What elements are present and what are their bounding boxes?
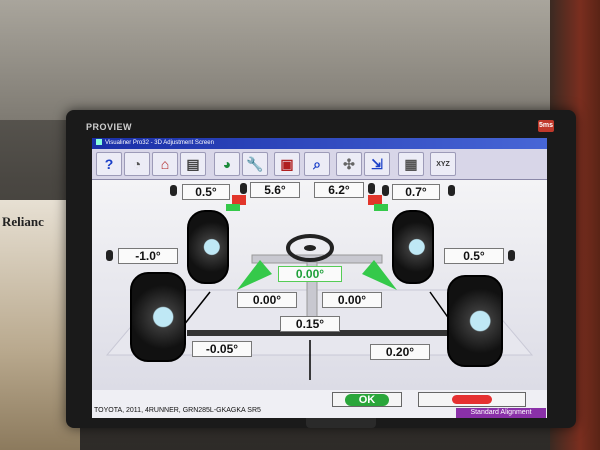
export-button[interactable]: ⇲ xyxy=(364,152,390,176)
toolbar: ? ◔ ⌂ ▤ ◕ 🔧 ▣ ⌕ ✣ ⇲ ▦ XYZ xyxy=(92,149,547,180)
front-left-camber-value: 0.5° xyxy=(182,184,230,200)
gauge-icon: ◔ xyxy=(132,156,142,172)
rear-right-wheel xyxy=(447,275,503,367)
printer-icon: ▤ xyxy=(186,155,200,172)
tire-icon xyxy=(240,183,247,194)
vehicle-info: TOYOTA, 2011, 4RUNNER, GRN285L-GKAGKA SR… xyxy=(94,407,261,414)
front-right-camber-value: 0.7° xyxy=(392,184,440,200)
front-left-toe-value: 0.00° xyxy=(237,292,297,308)
ok-button[interactable]: OK xyxy=(332,392,402,407)
rear-left-toe-value: -0.05° xyxy=(192,341,252,357)
home-button[interactable]: ⌂ xyxy=(152,152,178,176)
steering-wheel-value: 0.00° xyxy=(278,266,342,282)
thrust-angle-value: 0.15° xyxy=(280,316,340,332)
front-left-toe-indicator xyxy=(237,260,272,290)
front-left-caster-bar-green xyxy=(226,204,240,211)
xyz-icon: XYZ xyxy=(436,160,450,168)
front-right-wheel xyxy=(392,210,434,284)
axes-button[interactable]: XYZ xyxy=(430,152,456,176)
rear-left-wheel xyxy=(130,272,186,362)
alignment-button[interactable]: ✣ xyxy=(336,152,362,176)
table-icon: ▦ xyxy=(404,155,418,172)
app-icon xyxy=(96,139,102,146)
window-title: Visualiner Pro32 - 3D Adjustment Screen xyxy=(105,140,214,146)
alignment-icon: ✣ xyxy=(343,155,355,172)
monitor-brand: PROVIEW xyxy=(86,122,133,132)
tools-button[interactable]: 🔧 xyxy=(242,152,268,176)
cancel-icon xyxy=(452,395,492,404)
tire-icon xyxy=(382,185,389,196)
tire-icon xyxy=(508,250,515,261)
wrench-icon: 🔧 xyxy=(246,155,264,172)
save-button[interactable]: ▣ xyxy=(274,152,300,176)
monitor-badge: 5ms xyxy=(538,120,554,132)
save-icon: ▣ xyxy=(280,155,294,172)
export-icon: ⇲ xyxy=(371,155,383,172)
front-right-caster-value: 6.2° xyxy=(314,182,364,198)
rear-right-toe-value: 0.20° xyxy=(370,344,430,360)
front-right-caster-bar-red xyxy=(368,195,382,205)
home-icon: ⌂ xyxy=(160,156,170,172)
front-left-caster-value: 5.6° xyxy=(250,182,300,198)
help-button[interactable]: ? xyxy=(96,152,122,176)
tire-icon xyxy=(106,250,113,261)
tire-icon xyxy=(448,185,455,196)
box-label: Relianc xyxy=(2,214,44,229)
front-right-caster-bar-green xyxy=(374,204,388,211)
question-icon: ? xyxy=(104,156,114,172)
magnifier-icon: ⌕ xyxy=(313,155,321,172)
specs-button[interactable]: ◕ xyxy=(214,152,240,176)
rear-right-camber-value: 0.5° xyxy=(444,248,504,264)
front-right-toe-value: 0.00° xyxy=(322,292,382,308)
speedometer-button[interactable]: ◔ xyxy=(124,152,150,176)
cancel-button[interactable] xyxy=(418,392,526,407)
zoom-button[interactable]: ⌕ xyxy=(304,152,330,176)
alignment-mode-label: Standard Alignment xyxy=(456,408,546,418)
background-wall xyxy=(0,0,600,120)
gauge-color-icon: ◕ xyxy=(222,156,232,172)
alignment-canvas: 0.5° 5.6° 6.2° 0.7° 0.00° -1.0° 0.5° 0.0… xyxy=(92,180,547,390)
screen: Visualiner Pro32 - 3D Adjustment Screen … xyxy=(92,138,547,418)
front-left-caster-bar-red xyxy=(232,195,246,205)
ok-label: OK xyxy=(344,393,390,406)
window-titlebar: Visualiner Pro32 - 3D Adjustment Screen xyxy=(92,138,547,149)
print-button[interactable]: ▤ xyxy=(180,152,206,176)
tire-icon xyxy=(368,183,375,194)
table-button[interactable]: ▦ xyxy=(398,152,424,176)
front-left-wheel xyxy=(187,210,229,284)
monitor: PROVIEW 5ms Visualiner Pro32 - 3D Adjust… xyxy=(66,110,576,428)
tire-icon xyxy=(170,185,177,196)
rear-left-camber-value: -1.0° xyxy=(118,248,178,264)
